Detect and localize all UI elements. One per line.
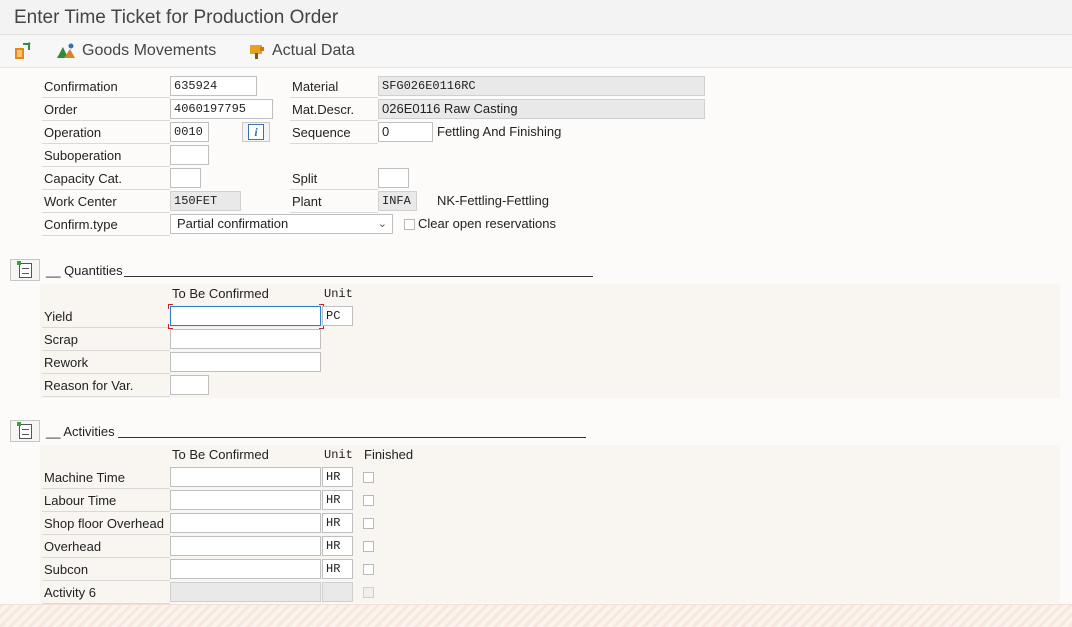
material-label: Material: [290, 76, 378, 98]
required-marker: [168, 304, 173, 309]
operation-label: Operation: [42, 122, 170, 144]
mat-descr-label: Mat.Descr.: [290, 99, 378, 121]
confirmation-label: Confirmation: [42, 76, 170, 98]
activities-col-unit: Unit: [324, 448, 353, 462]
actual-data-icon: [250, 45, 264, 59]
footer-strip: [0, 604, 1072, 627]
operation-field[interactable]: 0010: [170, 122, 209, 142]
chevron-down-icon: ⌄: [377, 218, 387, 230]
material-field: SFG026E0116RC: [378, 76, 705, 96]
quantities-title: __ Quantities: [46, 263, 123, 278]
machine-time-unit[interactable]: HR: [322, 467, 353, 487]
labour-time-finished-checkbox[interactable]: [363, 495, 374, 506]
split-field[interactable]: [378, 168, 409, 188]
quantities-col-to-be-confirmed: To Be Confirmed: [172, 286, 269, 301]
suboperation-field[interactable]: [170, 145, 209, 165]
operation-info-button[interactable]: i: [242, 122, 270, 142]
machine-time-label: Machine Time: [42, 467, 170, 489]
yield-unit-field[interactable]: PC: [322, 306, 353, 326]
goods-movements-label: Goods Movements: [82, 42, 217, 59]
confirm-type-select[interactable]: Partial confirmation ⌄: [170, 214, 393, 234]
expand-section-icon: [16, 421, 32, 439]
order-label: Order: [42, 99, 170, 121]
reason-for-var-label: Reason for Var.: [42, 375, 170, 397]
subcon-label: Subcon: [42, 559, 170, 581]
plant-text: NK-Fettling-Fettling: [437, 193, 549, 208]
activity-6-label: Activity 6: [42, 582, 170, 604]
plant-field: INFA: [378, 191, 417, 211]
expand-section-icon: [16, 260, 32, 278]
activity-6-finished-checkbox: [363, 587, 374, 598]
document-arrow-icon: [15, 42, 31, 59]
actual-data-button[interactable]: Actual Data: [248, 40, 355, 62]
clear-reservations-label: Clear open reservations: [418, 216, 557, 231]
reason-for-var-input[interactable]: [170, 375, 209, 395]
confirm-type-label: Confirm.type: [42, 214, 170, 236]
work-center-field: 150FET: [170, 191, 241, 211]
confirmation-field[interactable]: 635924: [170, 76, 257, 96]
activities-divider: [118, 437, 586, 438]
activities-col-to-be-confirmed: To Be Confirmed: [172, 447, 269, 462]
activity-6-unit: [322, 582, 353, 602]
scrap-label: Scrap: [42, 329, 170, 351]
machine-time-finished-checkbox[interactable]: [363, 472, 374, 483]
scrap-input[interactable]: [170, 329, 321, 349]
save-variant-button[interactable]: [12, 40, 32, 62]
shop-floor-overhead-unit[interactable]: HR: [322, 513, 353, 533]
labour-time-input[interactable]: [170, 490, 321, 510]
labour-time-unit[interactable]: HR: [322, 490, 353, 510]
subcon-unit[interactable]: HR: [322, 559, 353, 579]
sequence-field[interactable]: 0: [378, 122, 433, 142]
overhead-input[interactable]: [170, 536, 321, 556]
subcon-finished-checkbox[interactable]: [363, 564, 374, 575]
shop-floor-overhead-label: Shop floor Overhead: [42, 513, 170, 535]
mat-descr-field: 026E0116 Raw Casting: [378, 99, 705, 119]
yield-input[interactable]: [170, 306, 321, 326]
split-label: Split: [290, 168, 378, 190]
application-toolbar: Goods Movements Actual Data: [0, 35, 1072, 68]
sequence-text: Fettling And Finishing: [437, 124, 562, 139]
shop-floor-overhead-input[interactable]: [170, 513, 321, 533]
capacity-cat-label: Capacity Cat.: [42, 168, 170, 190]
shop-floor-overhead-finished-checkbox[interactable]: [363, 518, 374, 529]
work-center-label: Work Center: [42, 191, 170, 213]
suboperation-label: Suboperation: [42, 145, 170, 167]
rework-label: Rework: [42, 352, 170, 374]
clear-reservations-checkbox[interactable]: [404, 219, 415, 230]
quantities-divider: [124, 276, 593, 277]
goods-movements-button[interactable]: Goods Movements: [56, 40, 216, 62]
page-title: Enter Time Ticket for Production Order: [14, 7, 339, 28]
activities-title: __ Activities: [46, 424, 115, 439]
plant-label: Plant: [290, 191, 378, 213]
quantities-toggle-button[interactable]: [10, 259, 40, 281]
machine-time-input[interactable]: [170, 467, 321, 487]
order-field[interactable]: 4060197795: [170, 99, 273, 119]
activities-toggle-button[interactable]: [10, 420, 40, 442]
confirm-type-value: Partial confirmation: [177, 216, 289, 231]
yield-label: Yield: [42, 306, 170, 328]
actual-data-label: Actual Data: [272, 42, 355, 59]
activities-col-finished: Finished: [364, 447, 414, 462]
overhead-label: Overhead: [42, 536, 170, 558]
capacity-cat-field[interactable]: [170, 168, 201, 188]
mountains-icon: [57, 43, 75, 58]
quantities-col-unit: Unit: [324, 287, 353, 301]
rework-input[interactable]: [170, 352, 321, 372]
info-icon: i: [248, 124, 264, 140]
labour-time-label: Labour Time: [42, 490, 170, 512]
activity-6-input: [170, 582, 321, 602]
subcon-input[interactable]: [170, 559, 321, 579]
title-bar: Enter Time Ticket for Production Order: [0, 0, 1072, 35]
overhead-finished-checkbox[interactable]: [363, 541, 374, 552]
sequence-label: Sequence: [290, 122, 378, 144]
overhead-unit[interactable]: HR: [322, 536, 353, 556]
